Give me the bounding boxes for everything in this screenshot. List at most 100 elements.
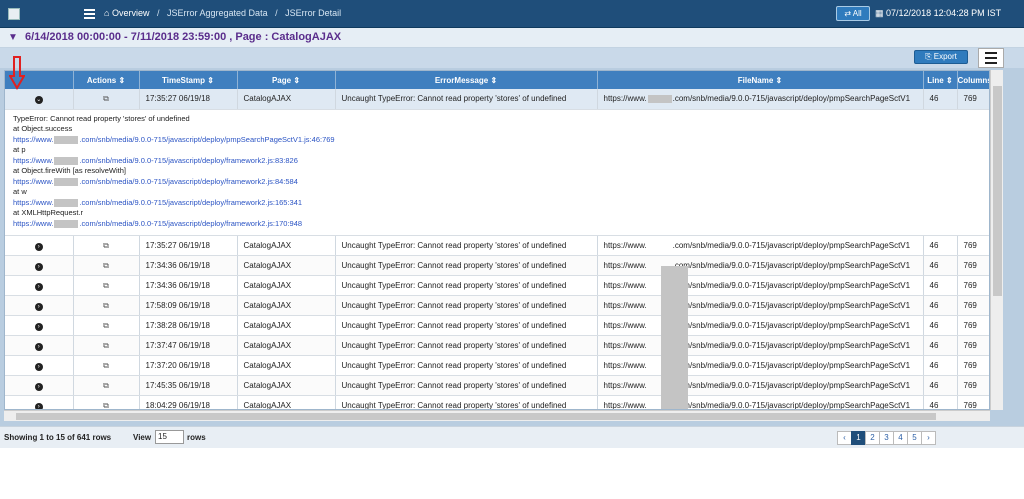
breadcrumb-overview[interactable]: Overview <box>112 8 150 18</box>
sort-icon: ⇕ <box>490 75 498 85</box>
stack-link[interactable]: https://www. .com/snb/media/9.0.0-715/jav… <box>13 198 983 209</box>
expand-icon[interactable]: › <box>34 282 43 291</box>
next-page-button[interactable]: › <box>921 431 936 445</box>
page-button-1[interactable]: 1 <box>851 431 866 445</box>
expand-icon[interactable]: › <box>34 262 43 271</box>
expand-icon[interactable]: › <box>34 242 43 251</box>
datetime-text: 07/12/2018 12:04:28 PM IST <box>886 8 1002 18</box>
hamburger-icon[interactable] <box>84 9 95 19</box>
expand-icon[interactable]: › <box>34 322 43 331</box>
horizontal-scrollbar[interactable] <box>4 410 990 421</box>
stack-link[interactable]: https://www. .com/snb/media/9.0.0-715/jav… <box>13 156 983 167</box>
sort-icon: ⇕ <box>775 75 783 85</box>
expand-icon[interactable]: › <box>34 342 43 351</box>
expand-toggle[interactable]: › <box>5 335 74 356</box>
row-actions[interactable]: ⧉ <box>73 335 140 356</box>
export-label: Export <box>933 52 957 61</box>
all-button[interactable]: ⇄ All <box>836 6 870 21</box>
scroll-thumb[interactable] <box>993 86 1002 296</box>
copy-icon[interactable]: ⧉ <box>103 321 109 330</box>
column-timestamp[interactable]: TimeStamp ⇕ <box>139 71 238 89</box>
page-button-3[interactable]: 3 <box>879 431 894 445</box>
table-row[interactable]: › ⧉ 17:37:20 06/19/18 CatalogAJAX Uncaug… <box>5 355 989 376</box>
row-actions[interactable]: ⧉ <box>73 395 140 410</box>
expand-toggle[interactable]: ⌄ <box>5 89 74 110</box>
row-actions[interactable]: ⧉ <box>73 375 140 396</box>
column-error-message[interactable]: ErrorMessage ⇕ <box>335 71 598 89</box>
stack-link[interactable]: https://www. .com/snb/media/9.0.0-715/jav… <box>13 219 983 230</box>
page-button-5[interactable]: 5 <box>907 431 922 445</box>
column-actions[interactable]: Actions ⇕ <box>73 71 140 89</box>
table-row[interactable]: › ⧉ 18:04:29 06/19/18 CatalogAJAX Uncaug… <box>5 395 989 410</box>
table-row[interactable]: › ⧉ 17:38:28 06/19/18 CatalogAJAX Uncaug… <box>5 315 989 336</box>
row-actions[interactable]: ⧉ <box>73 89 140 110</box>
page-button-4[interactable]: 4 <box>893 431 908 445</box>
table-row[interactable]: › ⧉ 17:35:27 06/19/18 CatalogAJAX Uncaug… <box>5 235 989 256</box>
copy-icon[interactable]: ⧉ <box>103 94 109 103</box>
table-row[interactable]: › ⧉ 17:58:09 06/19/18 CatalogAJAX Uncaug… <box>5 295 989 316</box>
all-button-label: All <box>852 9 862 18</box>
stack-link[interactable]: https://www. .com/snb/media/9.0.0-715/jav… <box>13 135 983 146</box>
table-row[interactable]: › ⧉ 17:45:35 06/19/18 CatalogAJAX Uncaug… <box>5 375 989 396</box>
cell-timestamp: 17:35:27 06/19/18 <box>139 89 238 110</box>
expand-toggle[interactable]: › <box>5 275 74 296</box>
cell-filename: https://www. .com/snb/media/9.0.0-715/jav… <box>597 275 924 296</box>
filter-icon[interactable]: ▼ <box>8 32 18 43</box>
row-actions[interactable]: ⧉ <box>73 275 140 296</box>
cell-filename: https://www. .com/snb/media/9.0.0-715/jav… <box>597 295 924 316</box>
stack-link[interactable]: https://www. .com/snb/media/9.0.0-715/jav… <box>13 177 983 188</box>
copy-icon[interactable]: ⧉ <box>103 261 109 270</box>
rows-label: rows <box>187 433 206 442</box>
table-row[interactable]: › ⧉ 17:34:36 06/19/18 CatalogAJAX Uncaug… <box>5 255 989 276</box>
column-menu-icon[interactable] <box>978 48 1004 68</box>
row-actions[interactable]: ⧉ <box>73 315 140 336</box>
copy-icon[interactable]: ⧉ <box>103 401 109 410</box>
copy-icon[interactable]: ⧉ <box>103 341 109 350</box>
expand-toggle[interactable]: › <box>5 355 74 376</box>
copy-icon[interactable]: ⧉ <box>103 281 109 290</box>
row-actions[interactable]: ⧉ <box>73 355 140 376</box>
cell-filename: https://www. .com/snb/media/9.0.0-715/jav… <box>597 375 924 396</box>
scroll-thumb[interactable] <box>16 413 936 420</box>
home-icon[interactable]: ⌂ <box>104 8 109 18</box>
table-row[interactable]: › ⧉ 17:37:47 06/19/18 CatalogAJAX Uncaug… <box>5 335 989 356</box>
cell-filename: https://www. .com/snb/media/9.0.0-715/jav… <box>597 335 924 356</box>
copy-icon[interactable]: ⧉ <box>103 381 109 390</box>
table-row[interactable]: › ⧉ 17:34:36 06/19/18 CatalogAJAX Uncaug… <box>5 275 989 296</box>
column-filename[interactable]: FileName ⇕ <box>597 71 924 89</box>
expand-icon[interactable]: › <box>34 362 43 371</box>
row-actions[interactable]: ⧉ <box>73 255 140 276</box>
copy-icon[interactable]: ⧉ <box>103 301 109 310</box>
expand-toggle[interactable]: › <box>5 395 74 409</box>
copy-icon[interactable]: ⧉ <box>103 241 109 250</box>
breadcrumb-aggregated[interactable]: JSError Aggregated Data <box>167 8 268 18</box>
column-columns[interactable]: Columns <box>957 71 989 89</box>
table-row-expanded[interactable]: ⌄ ⧉ 17:35:27 06/19/18 CatalogAJAX Uncaug… <box>5 89 989 110</box>
page-button-2[interactable]: 2 <box>865 431 880 445</box>
cell-page: CatalogAJAX <box>237 315 336 336</box>
expand-icon[interactable]: › <box>34 402 43 409</box>
expand-toggle[interactable]: › <box>5 255 74 276</box>
expand-toggle[interactable]: › <box>5 235 74 256</box>
expand-icon[interactable]: ⌄ <box>34 95 43 104</box>
datetime-display: ▦ 07/12/2018 12:04:28 PM IST <box>875 8 1001 19</box>
expand-toggle[interactable]: › <box>5 295 74 316</box>
row-actions[interactable]: ⧉ <box>73 235 140 256</box>
row-actions[interactable]: ⧉ <box>73 295 140 316</box>
cell-page: CatalogAJAX <box>237 295 336 316</box>
pager: ‹ 1 2 3 4 5 › <box>837 431 936 445</box>
expand-toggle[interactable]: › <box>5 315 74 336</box>
prev-page-button[interactable]: ‹ <box>837 431 852 445</box>
copy-icon[interactable]: ⧉ <box>103 361 109 370</box>
expand-icon[interactable]: › <box>34 382 43 391</box>
vertical-scrollbar[interactable] <box>990 70 1003 410</box>
expand-icon[interactable]: › <box>34 302 43 311</box>
cell-page: CatalogAJAX <box>237 355 336 376</box>
export-icon: ⎘ <box>925 52 932 61</box>
cell-timestamp: 17:45:35 06/19/18 <box>139 375 238 396</box>
export-button[interactable]: ⎘ Export <box>914 50 968 64</box>
column-line[interactable]: Line ⇕ <box>923 71 958 89</box>
expand-toggle[interactable]: › <box>5 375 74 396</box>
column-page[interactable]: Page ⇕ <box>237 71 336 89</box>
page-size-input[interactable]: 15 <box>155 430 184 444</box>
